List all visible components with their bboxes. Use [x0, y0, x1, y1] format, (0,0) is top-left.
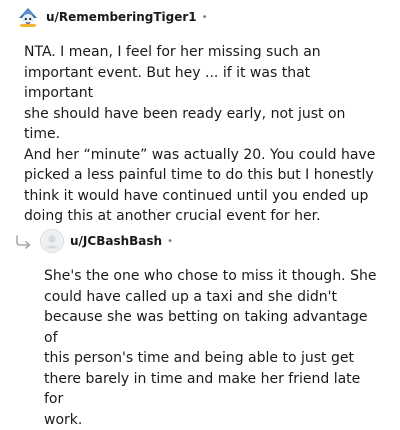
comment-author[interactable]: u/RememberingTiger1 — [46, 10, 197, 24]
meta-separator: • — [167, 235, 173, 247]
comment-body: NTA. I mean, I feel for her missing such… — [24, 44, 376, 224]
meta-separator: • — [201, 11, 208, 23]
reply-arrow-icon — [14, 231, 34, 251]
default-avatar-icon[interactable] — [40, 229, 64, 253]
tiger-avatar-icon[interactable] — [16, 5, 40, 29]
comment-author[interactable]: u/JCBashBash — [70, 234, 162, 248]
comment-body: She's the one who chose to miss it thoug… — [44, 268, 377, 428]
reply-comment: u/JCBashBash • She's the one who chose t… — [0, 224, 400, 430]
comment-header: u/JCBashBash • — [0, 224, 400, 258]
comment-header: u/RememberingTiger1 • — [0, 0, 400, 34]
comment: u/RememberingTiger1 • NTA. I mean, I fee… — [0, 0, 400, 227]
